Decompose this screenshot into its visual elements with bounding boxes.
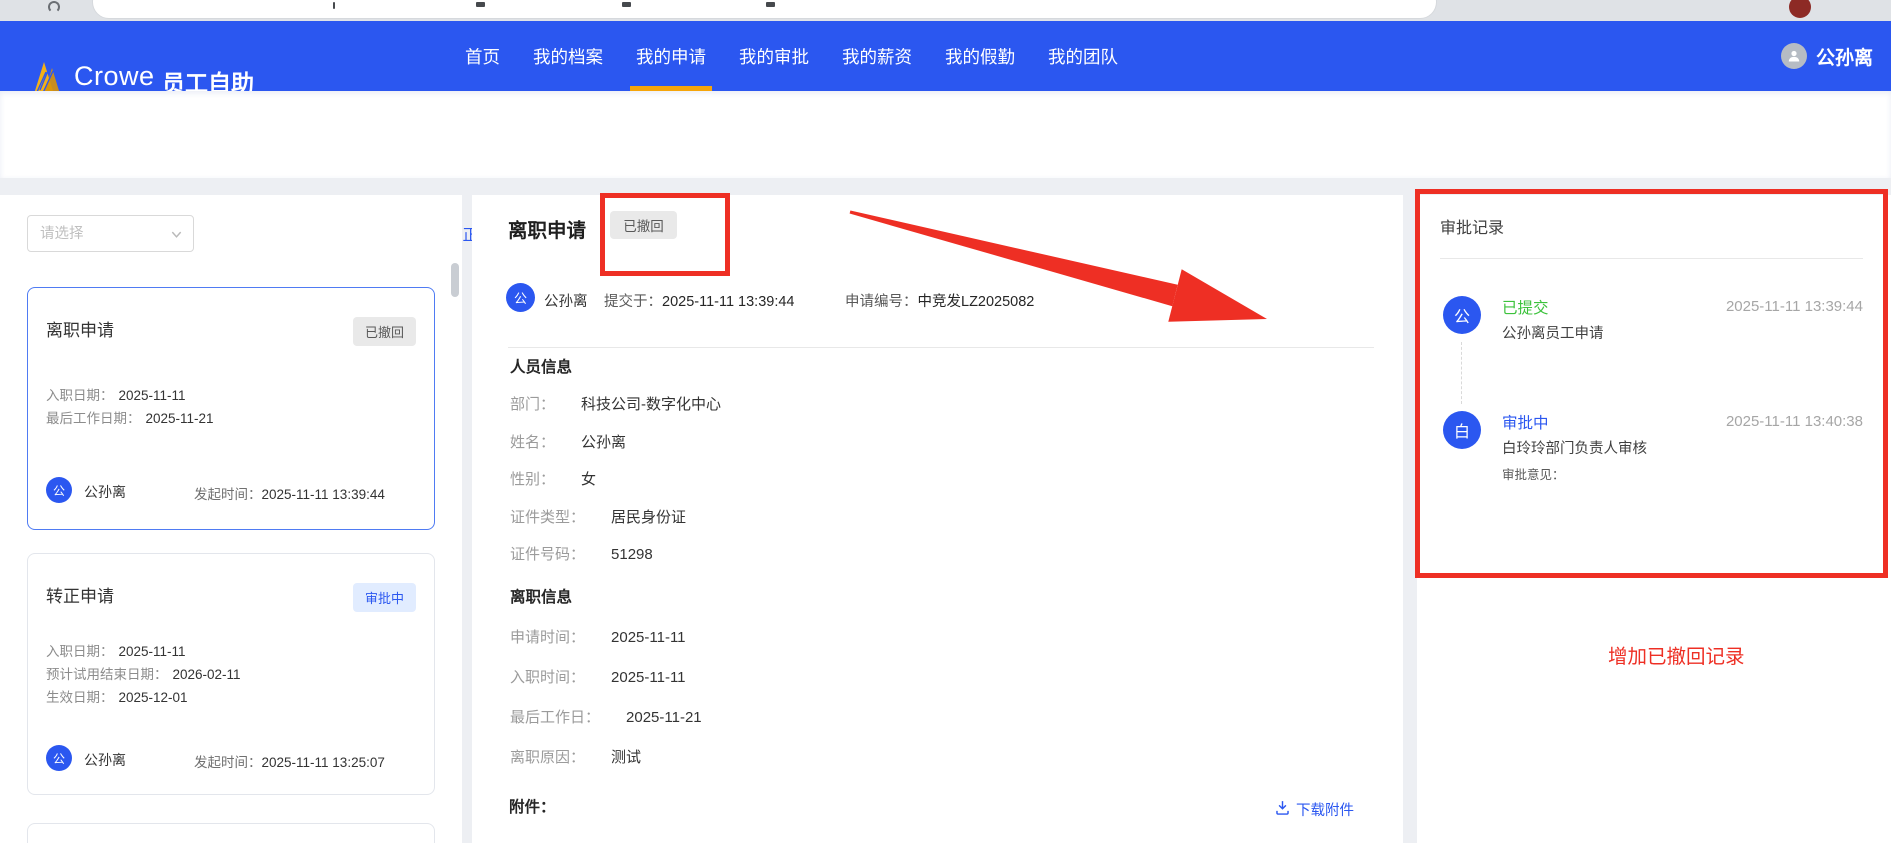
card-title: 离职申请 (46, 321, 114, 340)
sidebar-scrollbar[interactable] (451, 263, 459, 297)
divider (508, 347, 1374, 348)
download-label: 下载附件 (1296, 803, 1354, 819)
browser-reload-icon[interactable] (48, 1, 60, 13)
meta-label: 提交于： (604, 294, 662, 310)
time-label: 发起时间： (194, 487, 262, 502)
field-value: 2025-11-21 (145, 411, 214, 426)
detail-avatar: 公 (506, 283, 535, 312)
form-label: 姓名： (510, 433, 556, 451)
time-value: 2025-11-11 13:25:07 (261, 755, 385, 770)
field-label: 最后工作日期： (46, 411, 141, 426)
browser-profile-avatar[interactable] (1789, 0, 1811, 18)
download-icon (1274, 799, 1291, 820)
application-card-resignation[interactable]: 离职申请 已撤回 入职日期： 2025-11-11 最后工作日期： 2025-11-… (27, 287, 435, 530)
app-header: Crowe 员工自助 首页 我的档案 我的申请 我的审批 我的薪资 我的假勤 我… (0, 21, 1891, 96)
chevron-down-icon (170, 228, 183, 246)
browser-bar (0, 0, 1891, 21)
form-label: 性别： (510, 471, 556, 488)
avatar: 公 (46, 477, 72, 503)
user-menu[interactable]: 公孙离 (1780, 21, 1873, 91)
annotation-note: 增加已撤回记录 (1608, 646, 1745, 668)
form-value: 科技公司-数字化中心 (581, 396, 722, 413)
section-heading: 人员信息 (510, 359, 573, 376)
field-label: 生效日期： (46, 690, 114, 705)
form-label: 证件类型： (510, 508, 586, 526)
form-value: 公孙离 (581, 433, 627, 451)
attachment-label: 附件： (509, 799, 556, 816)
nav-tab-home[interactable]: 首页 (465, 21, 500, 91)
initiated-time: 发起时间：2025-11-11 13:25:07 (194, 751, 385, 771)
address-text-fragment (476, 2, 485, 7)
section-heading: 离职信息 (510, 589, 573, 606)
card-title: 转正申请 (46, 587, 114, 606)
field-value: 2025-11-11 (118, 388, 186, 403)
nav-tab-my-attendance[interactable]: 我的假勤 (945, 21, 1015, 91)
field-value: 2025-11-11 (118, 644, 186, 659)
detail-applicant-name: 公孙离 (544, 294, 588, 310)
nav-tab-my-approvals[interactable]: 我的审批 (739, 21, 809, 91)
form-value: 51298 (611, 546, 653, 563)
field-label: 入职日期： (46, 644, 114, 659)
field-label: 入职日期： (46, 388, 114, 403)
form-value: 2025-11-11 (611, 629, 686, 646)
time-value: 2025-11-11 13:39:44 (261, 487, 385, 502)
annotation-arrow (840, 200, 1300, 345)
submitted-at: 提交于：2025-11-11 13:39:44 (604, 290, 795, 311)
user-name: 公孙离 (1815, 47, 1873, 69)
annotation-box-badge (600, 193, 730, 276)
form-label: 入职时间： (510, 669, 586, 686)
form-label: 证件号码： (510, 546, 586, 563)
brand-wordmark: Crowe (74, 61, 155, 91)
nav-tab-my-applications[interactable]: 我的申请 (630, 21, 712, 91)
field-value: 2025-12-01 (118, 690, 188, 705)
address-text-fragment (766, 2, 775, 7)
form-label: 离职原因： (510, 749, 586, 766)
section-person-info: 人员信息 部门： 科技公司-数字化中心 姓名： 公孙离 性别： 女 证件类型： 居民身份… (510, 355, 721, 574)
form-value: 女 (581, 471, 597, 488)
filter-placeholder: 请选择 (40, 226, 84, 242)
applicant-name: 公孙离 (84, 484, 126, 500)
card-fields: 入职日期： 2025-11-11 预计试用结束日期： 2026-02-11 生效日期… (46, 640, 241, 709)
meta-value: 2025-11-11 13:39:44 (662, 294, 795, 310)
field-value: 2026-02-11 (172, 667, 241, 682)
address-text-fragment (622, 2, 631, 7)
field-label: 预计试用结束日期： (46, 667, 168, 682)
nav-tab-my-profile[interactable]: 我的档案 (533, 21, 603, 91)
form-value: 2025-11-21 (626, 709, 702, 726)
section-resignation-info: 离职信息 申请时间： 2025-11-11 入职时间： 2025-11-11 最后工… (510, 585, 702, 778)
form-value: 2025-11-11 (611, 669, 686, 686)
applicant-name: 公孙离 (84, 752, 126, 768)
application-card-partial[interactable] (27, 823, 435, 843)
address-text-fragment (333, 2, 335, 9)
status-badge: 已撤回 (352, 317, 416, 346)
main-nav: 首页 我的档案 我的申请 我的审批 我的薪资 我的假勤 我的团队 (465, 21, 1118, 91)
filter-select[interactable]: 请选择 (27, 215, 194, 252)
form-value: 测试 (611, 749, 642, 766)
initiated-time: 发起时间：2025-11-11 13:39:44 (194, 483, 385, 503)
avatar: 公 (46, 745, 72, 771)
nav-tab-my-team[interactable]: 我的团队 (1048, 21, 1118, 91)
card-fields: 入职日期： 2025-11-11 最后工作日期： 2025-11-21 (46, 384, 214, 430)
time-label: 发起时间： (194, 755, 262, 770)
form-value: 居民身份证 (611, 508, 687, 526)
user-avatar-icon (1780, 43, 1807, 69)
annotation-box-approval (1415, 189, 1888, 578)
nav-tab-my-salary[interactable]: 我的薪资 (842, 21, 912, 91)
status-badge: 审批中 (352, 583, 416, 612)
application-card-confirmation[interactable]: 转正申请 审批中 入职日期： 2025-11-11 预计试用结束日期： 2026-0… (27, 553, 435, 795)
download-attachment-link[interactable]: 下载附件 (1274, 799, 1354, 820)
form-label: 部门： (510, 396, 556, 413)
form-label: 最后工作日： (510, 709, 601, 726)
app-root: Crowe 员工自助 首页 我的档案 我的申请 我的审批 我的薪资 我的假勤 我… (0, 0, 1891, 843)
detail-title: 离职申请 (508, 220, 587, 242)
browser-address-bar[interactable] (92, 0, 1437, 19)
action-toolbar: 补卡 休假 出差 公出 转正 (0, 91, 1891, 244)
form-label: 申请时间： (510, 629, 586, 646)
